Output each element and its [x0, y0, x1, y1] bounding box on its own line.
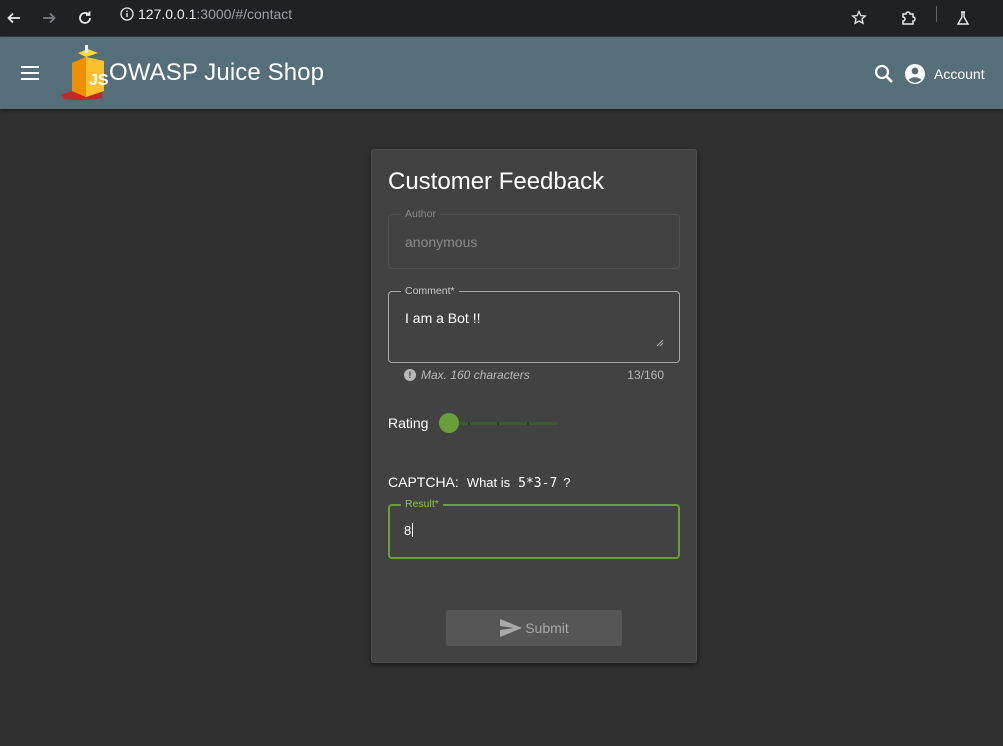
- bookmark-button[interactable]: [845, 4, 873, 32]
- address-bar[interactable]: 127.0.0.1:3000/#/contact: [110, 0, 880, 28]
- labs-button[interactable]: [949, 4, 977, 32]
- juice-shop-logo[interactable]: JS: [58, 45, 110, 101]
- author-label: Author: [401, 208, 440, 220]
- result-label: Result*: [401, 498, 443, 510]
- text-caret: [412, 523, 414, 537]
- account-circle-icon: [905, 64, 925, 84]
- comment-char-count: 13/160: [627, 368, 664, 382]
- comment-hint: ! Max. 160 characters 13/160: [404, 368, 664, 384]
- slider-tick: [497, 422, 499, 425]
- result-field[interactable]: Result* 8: [388, 498, 680, 559]
- submit-button[interactable]: Submit: [446, 610, 622, 646]
- rating-slider[interactable]: [438, 412, 558, 434]
- reload-icon: [79, 11, 91, 24]
- url-host: 127.0.0.1: [138, 6, 197, 22]
- submit-label: Submit: [525, 620, 569, 636]
- browser-toolbar: 127.0.0.1:3000/#/contact: [0, 0, 1003, 37]
- captcha-question: What is: [466, 475, 511, 490]
- search-button[interactable]: [872, 62, 896, 86]
- reload-button[interactable]: [71, 4, 99, 32]
- comment-textarea[interactable]: I am a Bot !!: [405, 310, 480, 326]
- arrow-right-icon: [43, 12, 56, 24]
- url-text: 127.0.0.1:3000/#/contact: [138, 6, 292, 22]
- feedback-card: Customer Feedback Author anonymous Comme…: [371, 149, 697, 663]
- slider-tick: [527, 422, 529, 425]
- comment-hint-text: Max. 160 characters: [421, 368, 530, 382]
- svg-text:JS: JS: [89, 72, 109, 89]
- app-title[interactable]: OWASP Juice Shop: [109, 59, 324, 87]
- author-input: anonymous: [405, 234, 478, 250]
- error-outline-icon: !: [404, 369, 416, 381]
- account-label: Account: [934, 66, 985, 82]
- comment-label: Comment*: [401, 285, 459, 297]
- extensions-button[interactable]: [895, 4, 923, 32]
- puzzle-icon: [902, 11, 916, 25]
- flask-icon: [956, 11, 970, 25]
- result-value: 8: [404, 523, 412, 538]
- author-field: Author anonymous: [388, 208, 680, 269]
- juice-box-logo-icon: JS: [61, 45, 109, 101]
- result-input[interactable]: 8: [404, 523, 414, 538]
- captcha-question-mark: ?: [563, 475, 571, 490]
- back-button[interactable]: [0, 4, 28, 32]
- rating-label: Rating: [388, 415, 429, 431]
- page-title: Customer Feedback: [388, 168, 605, 195]
- forward-button[interactable]: [35, 4, 63, 32]
- star-icon: [851, 10, 867, 25]
- toolbar-divider: [936, 6, 937, 22]
- captcha-row: CAPTCHA: What is 5*3-7 ?: [388, 474, 571, 492]
- hamburger-icon: [21, 66, 39, 80]
- captcha-expression: 5*3-7: [518, 476, 558, 491]
- sidenav-menu-button[interactable]: [16, 61, 44, 85]
- arrow-left-icon: [7, 12, 20, 24]
- slider-thumb[interactable]: [439, 413, 459, 433]
- comment-field[interactable]: Comment* I am a Bot !!: [388, 285, 680, 363]
- captcha-label: CAPTCHA:: [388, 474, 459, 490]
- send-icon: [500, 619, 523, 637]
- url-path: :3000/#/contact: [196, 6, 293, 22]
- search-icon: [874, 64, 893, 83]
- account-button[interactable]: Account: [904, 61, 985, 87]
- info-icon[interactable]: [120, 7, 134, 21]
- slider-tick: [468, 422, 470, 425]
- resize-grip-icon[interactable]: [656, 339, 664, 347]
- app-toolbar: JS OWASP Juice Shop Account: [0, 37, 1003, 109]
